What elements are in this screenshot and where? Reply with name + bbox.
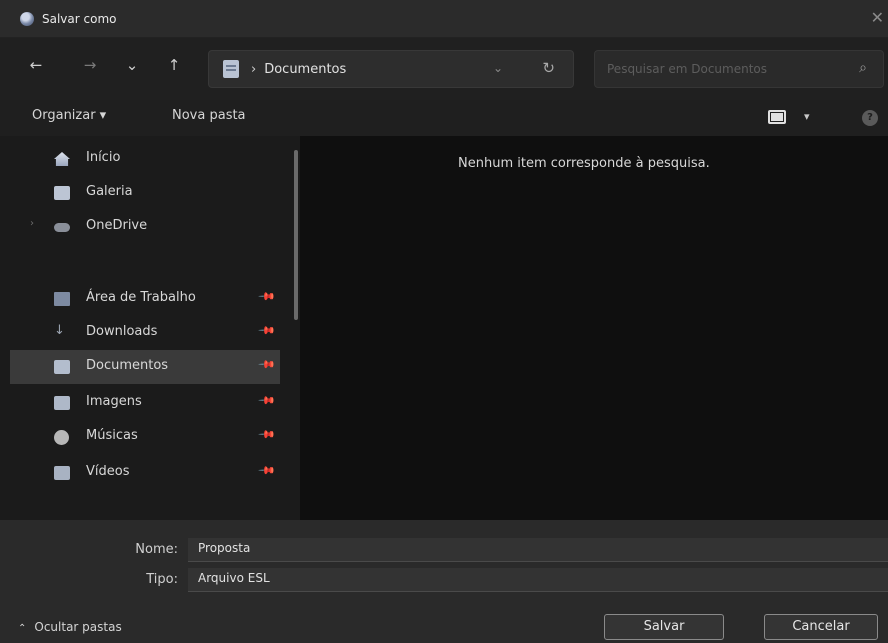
recent-locations-button[interactable]: ⌄	[120, 56, 144, 74]
search-box[interactable]: ⌕	[594, 50, 884, 88]
back-button[interactable]: ←	[24, 56, 48, 74]
up-button[interactable]: ↑	[162, 56, 186, 74]
gallery-icon	[54, 186, 70, 200]
file-name-value[interactable]: Proposta	[198, 541, 250, 555]
desktop-icon	[54, 292, 70, 306]
sidebar-item-area-de-trabalho[interactable]: Área de Trabalho 📌	[10, 282, 280, 316]
address-dropdown-icon[interactable]: ⌄	[493, 61, 503, 75]
hide-folders-label: Ocultar pastas	[34, 620, 122, 634]
pin-icon[interactable]: 📌	[257, 425, 276, 444]
sidebar-item-downloads[interactable]: ↓ Downloads 📌	[10, 316, 280, 350]
sidebar-item-label: Imagens	[86, 394, 142, 409]
sidebar-item-label: Galeria	[86, 184, 133, 199]
refresh-icon[interactable]: ↻	[542, 59, 555, 77]
sidebar-item-inicio[interactable]: Início	[10, 142, 280, 176]
app-icon	[20, 11, 34, 26]
pin-icon[interactable]: 📌	[257, 355, 276, 374]
chevron-up-icon: ⌃	[18, 623, 27, 634]
forward-button[interactable]: →	[78, 56, 102, 74]
empty-message: Nenhum item corresponde à pesquisa.	[458, 156, 710, 171]
sidebar-item-galeria[interactable]: Galeria	[10, 176, 280, 210]
sidebar-item-imagens[interactable]: Imagens 📌	[10, 386, 280, 420]
organize-button[interactable]: Organizar ▾	[32, 108, 106, 123]
sidebar-item-label: Downloads	[86, 324, 158, 339]
sidebar-item-label: OneDrive	[86, 218, 148, 233]
title-bar: Salvar como ✕	[0, 0, 888, 38]
file-list-area[interactable]: Nenhum item corresponde à pesquisa.	[300, 136, 888, 520]
breadcrumb-separator-icon: ›	[251, 61, 257, 77]
hide-folders-button[interactable]: ⌃ Ocultar pastas	[18, 620, 122, 634]
videos-icon	[54, 466, 70, 480]
pin-icon[interactable]: 📌	[257, 321, 276, 340]
music-icon	[54, 430, 69, 445]
save-options-panel: Nome: Proposta Tipo: Arquivo ESL ⌃ Oculta…	[0, 520, 888, 643]
home-icon	[54, 152, 70, 166]
sidebar-item-label: Vídeos	[86, 464, 130, 479]
address-bar[interactable]: › Documentos ⌄ ↻	[208, 50, 574, 88]
sidebar-item-label: Documentos	[86, 358, 169, 373]
sidebar-item-label: Início	[86, 150, 121, 165]
type-label: Tipo:	[146, 572, 178, 587]
documents-icon	[54, 360, 70, 374]
file-type-select[interactable]: Arquivo ESL	[188, 568, 888, 592]
documents-folder-icon	[223, 60, 239, 78]
breadcrumb-documentos[interactable]: Documentos	[264, 62, 346, 77]
sidebar-item-onedrive[interactable]: › OneDrive	[10, 210, 280, 244]
file-type-value[interactable]: Arquivo ESL	[198, 571, 270, 585]
sidebar-item-documentos[interactable]: Documentos 📌	[10, 350, 280, 384]
pin-icon[interactable]: 📌	[257, 391, 276, 410]
navigation-bar: ← → ⌄ ↑ › Documentos ⌄ ↻ ⌕	[0, 38, 888, 100]
search-input[interactable]	[607, 62, 837, 76]
sidebar-item-videos[interactable]: Vídeos 📌	[10, 456, 280, 490]
help-icon[interactable]: ?	[862, 110, 878, 126]
images-icon	[54, 396, 70, 410]
onedrive-icon	[54, 223, 70, 232]
download-icon: ↓	[54, 323, 65, 338]
navigation-pane: Início Galeria › OneDrive Área de Trabal…	[0, 136, 298, 520]
cancel-button[interactable]: Cancelar	[764, 614, 878, 640]
pin-icon[interactable]: 📌	[257, 287, 276, 306]
name-label: Nome:	[135, 542, 178, 557]
pane-scrollbar[interactable]	[294, 150, 298, 320]
new-folder-button[interactable]: Nova pasta	[172, 108, 246, 123]
sidebar-item-label: Área de Trabalho	[86, 290, 196, 305]
close-icon[interactable]: ✕	[871, 8, 884, 27]
save-button[interactable]: Salvar	[604, 614, 724, 640]
command-toolbar: Organizar ▾ Nova pasta ▾ ?	[0, 100, 888, 136]
pin-icon[interactable]: 📌	[257, 461, 276, 480]
window-title: Salvar como	[42, 11, 117, 26]
sidebar-item-label: Músicas	[86, 428, 138, 443]
file-name-field[interactable]: Proposta	[188, 538, 888, 562]
sidebar-item-musicas[interactable]: Músicas 📌	[10, 420, 280, 454]
view-mode-icon[interactable]	[768, 110, 786, 124]
expand-chevron-icon[interactable]: ›	[30, 218, 34, 229]
view-dropdown-icon[interactable]: ▾	[804, 110, 810, 123]
search-icon[interactable]: ⌕	[859, 60, 867, 76]
